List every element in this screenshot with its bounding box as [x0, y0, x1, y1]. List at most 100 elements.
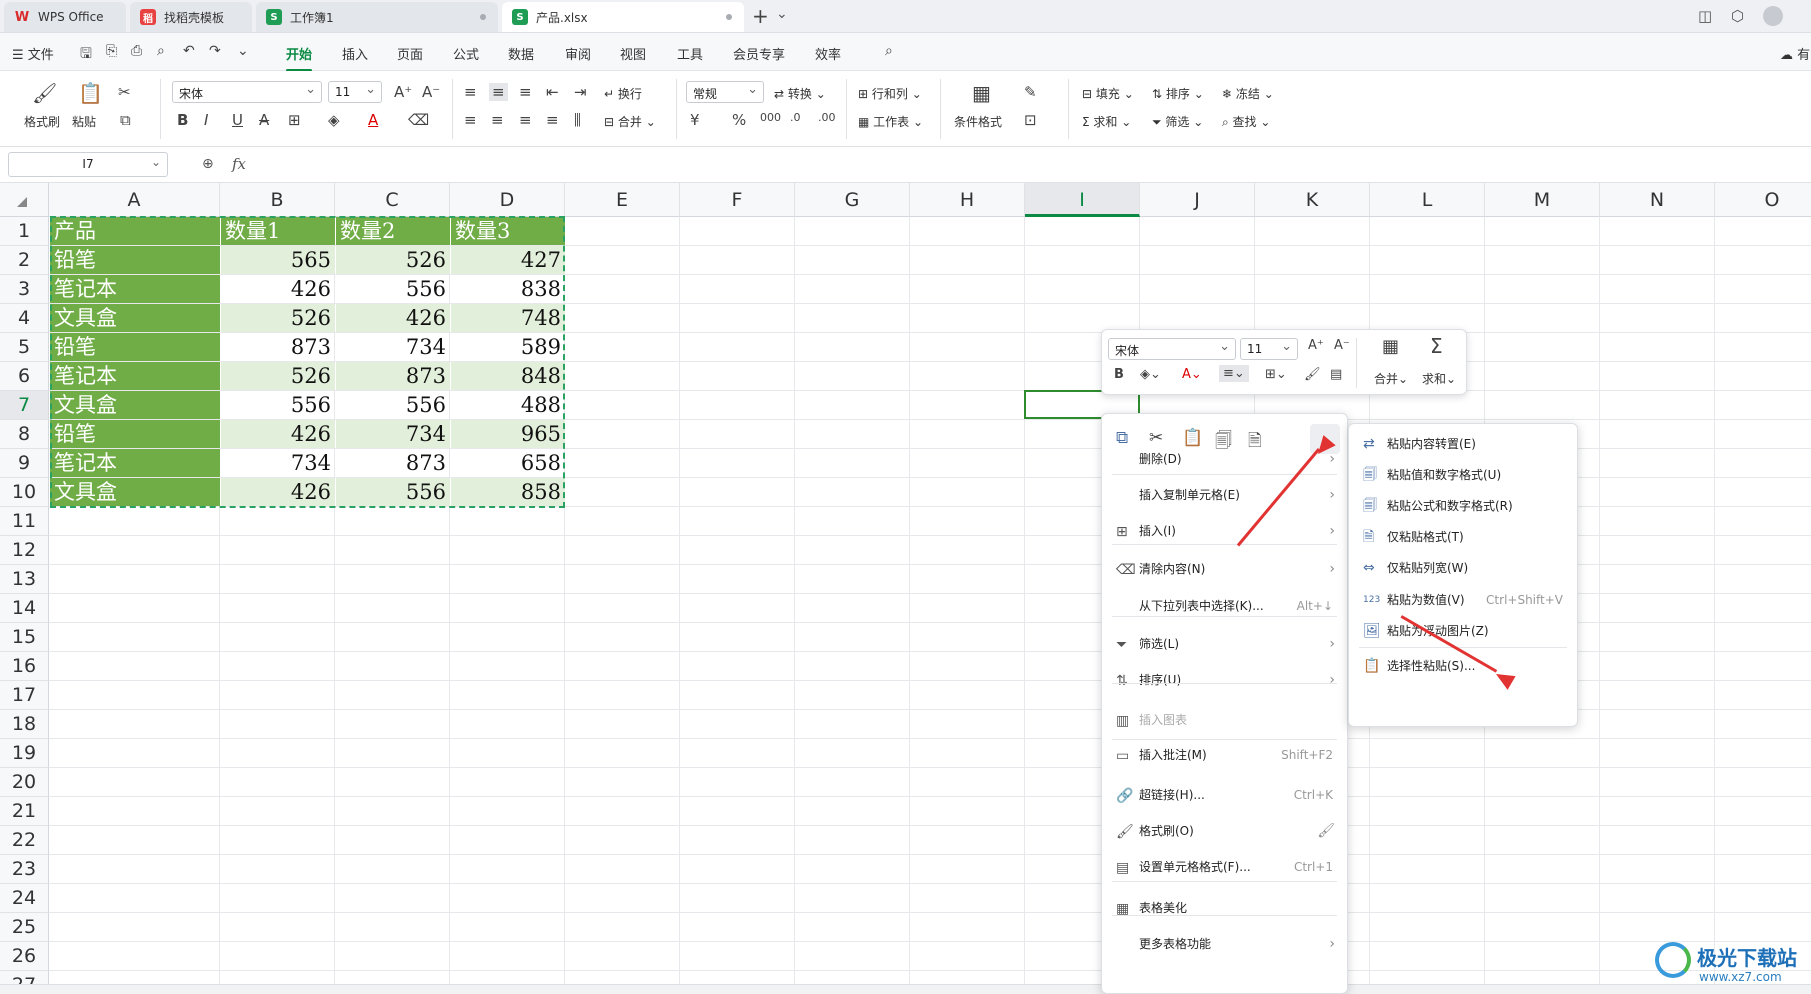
row-header-14[interactable]: 14	[0, 594, 49, 623]
column-header-o[interactable]: O	[1715, 183, 1811, 217]
quantity-cell[interactable]: 734	[336, 333, 450, 361]
font-color-icon[interactable]: A⌄	[1182, 367, 1202, 382]
paste-submenu-item[interactable]: 🖼 粘贴为浮动图片(Z)	[1349, 616, 1577, 646]
format-painter-label[interactable]: 格式刷	[24, 113, 60, 130]
merge-button[interactable]: ⊟ 合并 ⌄	[604, 113, 656, 130]
print-preview-icon[interactable]: ⌕	[157, 43, 165, 59]
quantity-cell[interactable]: 526	[221, 304, 335, 332]
row-header-9[interactable]: 9	[0, 449, 49, 478]
column-header-g[interactable]: G	[795, 183, 910, 217]
bold-icon[interactable]: B	[177, 111, 188, 129]
row-header-3[interactable]: 3	[0, 275, 49, 304]
product-cell[interactable]: 笔记本	[50, 362, 220, 390]
product-cell[interactable]: 文具盒	[50, 478, 220, 506]
context-menu-item[interactable]: 🔗 超链接(H)... Ctrl+K	[1102, 780, 1347, 810]
format-painter-icon[interactable]: 🖌	[1304, 367, 1321, 382]
mini-size-select[interactable]: 11	[1240, 338, 1298, 360]
menu-tools[interactable]: 工具	[677, 44, 703, 63]
sum-button[interactable]: Σ 求和 ⌄	[1082, 113, 1131, 130]
sort-button[interactable]: ⇅ 排序 ⌄	[1152, 85, 1204, 102]
cloud-status[interactable]: ☁ 有	[1780, 44, 1810, 63]
unsaved-dot-icon[interactable]	[480, 14, 486, 20]
quantity-cell[interactable]: 556	[336, 391, 450, 419]
wrap-text-button[interactable]: ↵ 换行	[604, 85, 642, 102]
column-header-l[interactable]: L	[1370, 183, 1485, 217]
quantity-cell[interactable]: 427	[451, 246, 565, 274]
column-header-i[interactable]: I	[1025, 183, 1140, 217]
new-tab-icon[interactable]: +	[752, 4, 769, 28]
sum-icon[interactable]: Σ	[1430, 334, 1443, 358]
quantity-cell[interactable]: 858	[451, 478, 565, 506]
quantity-cell[interactable]: 556	[336, 275, 450, 303]
quantity-cell[interactable]: 426	[221, 420, 335, 448]
align-right-icon[interactable]: ≡	[519, 111, 532, 129]
convert-button[interactable]: ⇄ 转换 ⌄	[774, 85, 826, 102]
menu-data[interactable]: 数据	[508, 44, 534, 63]
quantity-cell[interactable]: 526	[221, 362, 335, 390]
product-cell[interactable]: 铅笔	[50, 246, 220, 274]
paste-submenu-item[interactable]: 📋 选择性粘贴(S)...	[1349, 651, 1577, 681]
function-icon[interactable]: fx	[232, 155, 246, 173]
currency-icon[interactable]: ¥	[690, 111, 700, 129]
paste-submenu-item[interactable]: ⇄ 粘贴内容转置(E)	[1349, 429, 1577, 459]
paste-label[interactable]: 粘贴	[72, 113, 96, 130]
search-icon[interactable]: ⌕	[885, 43, 893, 59]
indent-icon[interactable]: ⇥	[574, 83, 587, 101]
row-header-11[interactable]: 11	[0, 507, 49, 536]
context-menu-item[interactable]: ⌫ 清除内容(N) ›	[1102, 554, 1347, 584]
paste-submenu-item[interactable]: 🗐 粘贴值和数字格式(U)	[1349, 460, 1577, 490]
quantity-cell[interactable]: 556	[336, 478, 450, 506]
paste-submenu-item[interactable]: 🗎 仅粘贴格式(T)	[1349, 522, 1577, 552]
align-left-icon[interactable]: ≡	[464, 111, 477, 129]
mini-font-select[interactable]: 宋体	[1108, 338, 1236, 360]
undo-icon[interactable]: ↶	[183, 43, 195, 59]
menu-member[interactable]: 会员专享	[733, 44, 785, 63]
format-painter-icon[interactable]: 🖌	[1317, 816, 1335, 846]
align-top-icon[interactable]: ≡	[464, 83, 477, 101]
menu-efficiency[interactable]: 效率	[815, 44, 841, 63]
quantity-cell[interactable]: 589	[451, 333, 565, 361]
row-header-25[interactable]: 25	[0, 913, 49, 942]
quantity-cell[interactable]: 748	[451, 304, 565, 332]
row-header-10[interactable]: 10	[0, 478, 49, 507]
row-header-22[interactable]: 22	[0, 826, 49, 855]
justify-icon[interactable]: ≡	[546, 111, 559, 129]
paste-icon[interactable]: 📋	[78, 81, 103, 105]
row-header-4[interactable]: 4	[0, 304, 49, 333]
quantity-cell[interactable]: 426	[221, 275, 335, 303]
cell-format-icon[interactable]: ▤	[1330, 367, 1342, 382]
column-header-c[interactable]: C	[335, 183, 450, 217]
row-header-1[interactable]: 1	[0, 217, 49, 246]
file-menu[interactable]: ☰ 文件	[12, 44, 54, 63]
export-icon[interactable]: ⎘	[106, 43, 117, 59]
quantity-cell[interactable]: 526	[336, 246, 450, 274]
italic-icon[interactable]: I	[204, 111, 208, 129]
column-header-j[interactable]: J	[1140, 183, 1255, 217]
decrease-decimal-icon[interactable]: .00	[818, 111, 836, 124]
print-icon[interactable]: ⎙	[131, 43, 142, 59]
quantity-cell[interactable]: 426	[336, 304, 450, 332]
product-cell[interactable]: 铅笔	[50, 420, 220, 448]
product-cell[interactable]: 笔记本	[50, 449, 220, 477]
box-icon[interactable]: ⬡	[1731, 7, 1744, 25]
mini-merge-button[interactable]: 合并⌄	[1374, 370, 1408, 387]
menu-insert[interactable]: 插入	[342, 44, 368, 63]
chevron-down-icon[interactable]: ⌄	[776, 6, 788, 22]
mini-sum-button[interactable]: 求和⌄	[1422, 370, 1456, 387]
freeze-button[interactable]: ❄ 冻结 ⌄	[1222, 85, 1274, 102]
tab-wps-office[interactable]: W WPS Office	[4, 2, 126, 32]
fill-color-icon[interactable]: ◈⌄	[1140, 367, 1161, 382]
window-layout-icon[interactable]: ◫	[1698, 7, 1712, 25]
product-cell[interactable]: 铅笔	[50, 333, 220, 361]
quantity-cell[interactable]: 965	[451, 420, 565, 448]
menu-view[interactable]: 视图	[620, 44, 646, 63]
strikethrough-icon[interactable]: A	[259, 111, 269, 129]
find-button[interactable]: ⌕ 查找 ⌄	[1222, 113, 1270, 130]
column-header-a[interactable]: A	[49, 183, 220, 217]
thousands-icon[interactable]: 000	[760, 111, 781, 124]
quantity-cell[interactable]: 556	[221, 391, 335, 419]
row-header-21[interactable]: 21	[0, 797, 49, 826]
align-center-icon[interactable]: ≡	[491, 111, 504, 129]
zoom-icon[interactable]: ⊕	[202, 156, 214, 172]
increase-decimal-icon[interactable]: .0	[790, 111, 801, 124]
